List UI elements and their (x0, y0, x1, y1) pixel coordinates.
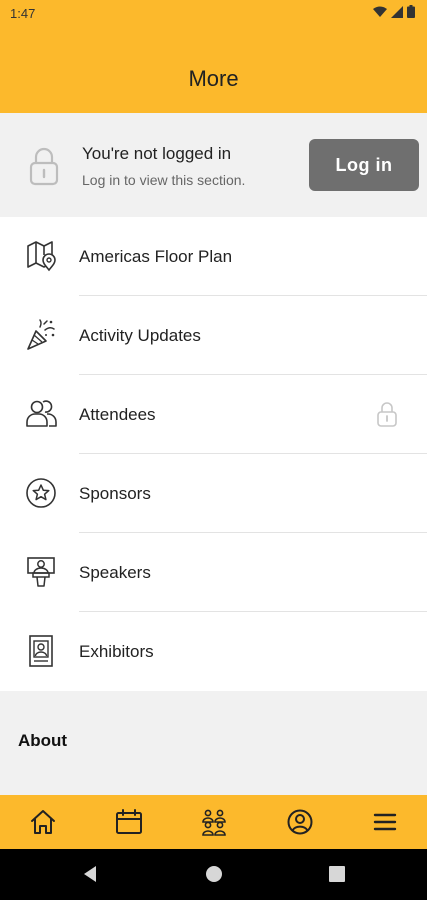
menu-item-label: Activity Updates (79, 326, 201, 345)
menu-item-activity-updates[interactable]: Activity Updates (0, 296, 427, 375)
menu-item-label: Sponsors (79, 484, 151, 503)
battery-icon (407, 5, 415, 18)
login-status-subtitle: Log in to view this section. (82, 172, 246, 188)
wifi-icon (373, 6, 387, 17)
menu-item-exhibitors[interactable]: Exhibitors (0, 612, 427, 691)
system-navigation-bar (0, 849, 427, 900)
back-icon[interactable] (81, 865, 99, 883)
status-bar: 1:47 (0, 0, 427, 28)
attendees-group-icon[interactable] (199, 808, 229, 836)
about-heading: About (18, 731, 68, 750)
menu-item-label: Attendees (79, 405, 156, 424)
speaker-podium-icon (27, 557, 55, 587)
home-circle-icon[interactable] (205, 865, 223, 883)
page-title: More (188, 66, 239, 91)
menu-icon[interactable] (370, 808, 400, 836)
status-time: 1:47 (10, 6, 36, 21)
lock-icon (29, 147, 59, 186)
calendar-icon[interactable] (114, 808, 144, 836)
menu-item-attendees[interactable]: Attendees (0, 375, 427, 454)
menu-item-label: Speakers (79, 563, 151, 582)
menu-item-sponsors[interactable]: Sponsors (0, 454, 427, 533)
exhibitor-booth-icon (29, 635, 53, 667)
about-section: About (0, 691, 427, 795)
login-button[interactable]: Log in (309, 139, 419, 191)
login-status-title: You're not logged in (82, 144, 232, 163)
home-icon[interactable] (28, 808, 58, 836)
bottom-tab-bar (0, 795, 427, 849)
party-popper-icon (27, 319, 55, 350)
people-icon (26, 400, 57, 427)
menu-item-label: Exhibitors (79, 642, 154, 661)
app-header: 1:47 More (0, 0, 427, 113)
profile-icon[interactable] (285, 808, 315, 836)
status-icons (373, 5, 415, 18)
star-badge-icon (26, 478, 56, 508)
recents-square-icon[interactable] (328, 865, 346, 883)
signal-icon (391, 5, 403, 18)
menu-item-floor-plan[interactable]: Americas Floor Plan (0, 217, 427, 296)
lock-icon (377, 402, 397, 427)
more-menu: Americas Floor Plan Activity Updates Att… (0, 217, 427, 691)
menu-item-label: Americas Floor Plan (79, 247, 233, 266)
menu-item-speakers[interactable]: Speakers (0, 533, 427, 612)
login-banner: You're not logged in Log in to view this… (0, 113, 427, 217)
map-pin-icon (27, 241, 56, 272)
